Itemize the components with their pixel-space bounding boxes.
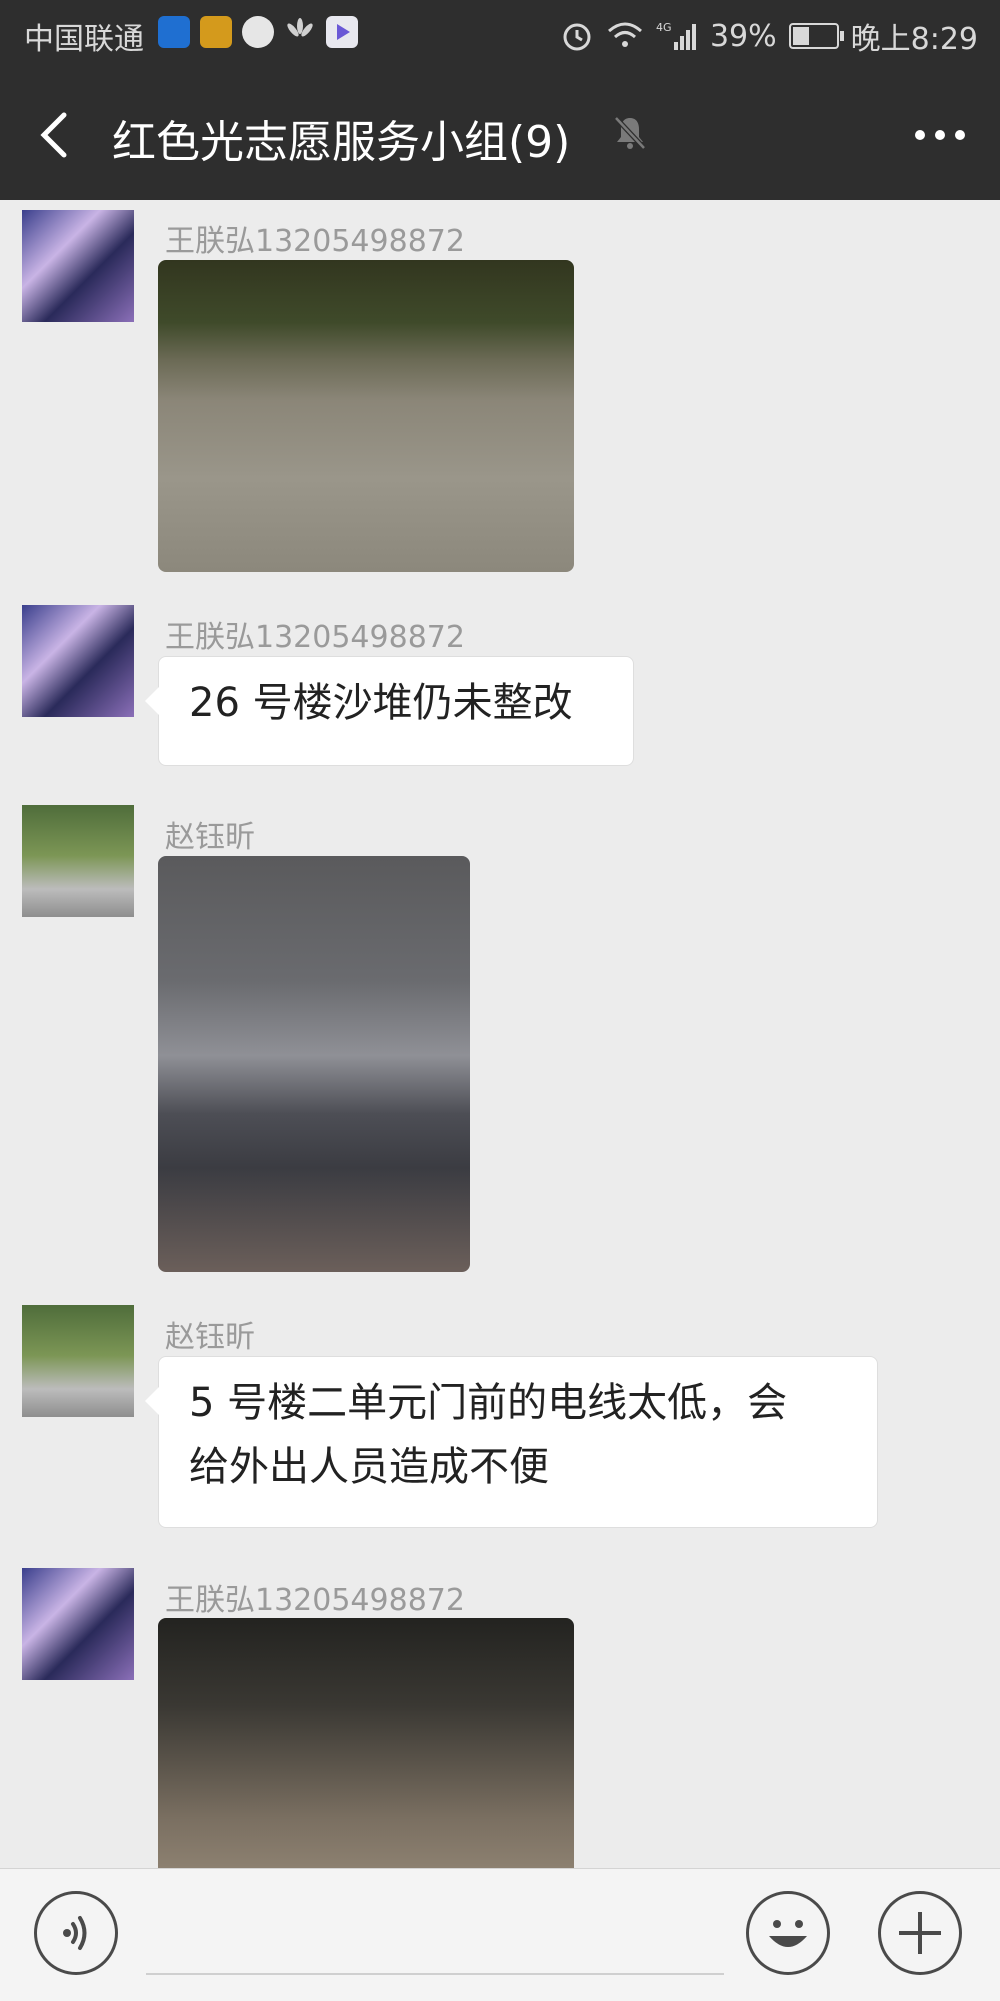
- more-dots-icon: [915, 130, 965, 140]
- emoji-button[interactable]: [746, 1891, 830, 1975]
- sender-name: 王朕弘13205498872: [165, 620, 465, 655]
- mute-bell-icon: [614, 116, 646, 150]
- avatar[interactable]: [22, 210, 134, 322]
- image-message[interactable]: [158, 260, 574, 572]
- status-right: 4G 39% 晚上8:29: [560, 14, 978, 58]
- voice-icon: [63, 1916, 87, 1950]
- title-bar: 红色光志愿服务小组(9): [0, 70, 1000, 200]
- voice-input-button[interactable]: [34, 1891, 118, 1975]
- image-message[interactable]: [158, 1618, 574, 1868]
- news-icon: [200, 16, 232, 48]
- status-bar: 中国联通 4G 39% 晚上8:29: [0, 0, 1000, 70]
- message-text: 26 号楼沙堆仍未整改: [189, 680, 573, 726]
- avatar[interactable]: [22, 1305, 134, 1417]
- sender-name: 赵钰昕: [165, 820, 255, 855]
- message-text-line: 给外出人员造成不便: [189, 1444, 549, 1490]
- video-icon: [326, 16, 358, 48]
- avatar[interactable]: [22, 605, 134, 717]
- svg-text:4G: 4G: [656, 21, 672, 34]
- more-functions-button[interactable]: [878, 1891, 962, 1975]
- battery-icon: [788, 23, 844, 49]
- message-input[interactable]: [146, 1893, 724, 1975]
- sender-name: 赵钰昕: [165, 1320, 255, 1355]
- chevron-left-icon: [40, 112, 67, 158]
- more-options-button[interactable]: [910, 110, 970, 160]
- signal-4g-icon: 4G: [656, 21, 696, 50]
- browser-icon: [242, 16, 274, 48]
- input-bar: [0, 1868, 1000, 2001]
- carrier-label: 中国联通: [24, 22, 144, 57]
- battery-percent: 39%: [709, 18, 777, 54]
- clock: 晚上8:29: [850, 22, 978, 57]
- chat-title: 红色光志愿服务小组(9): [112, 117, 571, 168]
- shield-icon: [158, 16, 190, 48]
- status-app-icons: [158, 16, 358, 48]
- text-message[interactable]: 5 号楼二单元门前的电线太低，会 给外出人员造成不便: [145, 1356, 878, 1528]
- plus-icon: [899, 1912, 941, 1954]
- wifi-icon: [607, 22, 642, 47]
- avatar[interactable]: [22, 805, 134, 917]
- avatar[interactable]: [22, 1568, 134, 1680]
- top-bar: 中国联通 4G 39% 晚上8:29 红色光志愿服务小组(9): [0, 0, 1000, 200]
- back-button[interactable]: [30, 105, 80, 165]
- image-message[interactable]: [158, 856, 470, 1272]
- smiley-icon: [769, 1920, 807, 1947]
- sender-name: 王朕弘13205498872: [165, 224, 465, 259]
- alarm-icon: [563, 23, 591, 51]
- message-text-line: 5 号楼二单元门前的电线太低，会: [189, 1380, 788, 1426]
- huawei-icon: [284, 16, 316, 48]
- text-message[interactable]: 26 号楼沙堆仍未整改: [145, 656, 634, 766]
- sender-name: 王朕弘13205498872: [165, 1583, 465, 1618]
